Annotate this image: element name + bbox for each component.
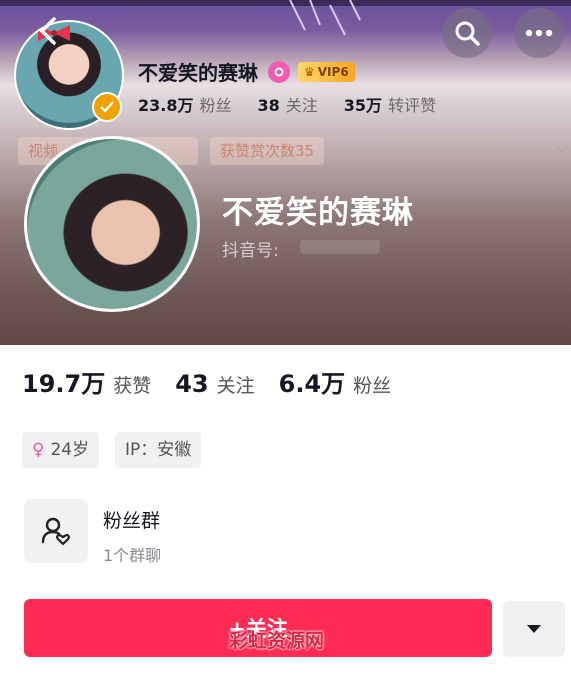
stat-following[interactable]: 43 关注 bbox=[175, 370, 254, 398]
profile-stats: 19.7万 获赞 43 关注 6.4万 粉丝 bbox=[22, 364, 415, 399]
fan-group-title[interactable]: 粉丝群 bbox=[103, 506, 160, 533]
back-button[interactable] bbox=[32, 14, 66, 48]
stat-label: 获赞 bbox=[113, 375, 152, 397]
header-stat-fans[interactable]: 23.8万 粉丝 bbox=[138, 92, 232, 116]
stat-value: 43 bbox=[175, 370, 209, 398]
more-button[interactable] bbox=[514, 8, 564, 58]
back-arrow-icon bbox=[39, 17, 56, 45]
stat-label: 关注 bbox=[285, 96, 318, 115]
watermark: 彩虹资源网 bbox=[229, 630, 325, 652]
header-name-row: 不爱笑的赛琳 ♛ VIP6 bbox=[138, 57, 355, 86]
age-tag: ♀ 24岁 bbox=[22, 432, 100, 468]
profile-header: 不爱笑的赛琳 ♛ VIP6 23.8万粉丝 38关注 35万转评赞 视频 · ·… bbox=[0, 0, 571, 345]
age-value: 24岁 bbox=[50, 440, 90, 460]
stat-value: 23.8万 bbox=[138, 96, 194, 115]
fan-group-subtitle: 1个群聊 bbox=[103, 546, 162, 565]
stat-fans[interactable]: 6.4万 粉丝 bbox=[279, 364, 392, 399]
decoration-scribble bbox=[289, 0, 361, 36]
more-icon bbox=[525, 29, 553, 37]
stat-label: 关注 bbox=[216, 375, 255, 397]
header-stat-following[interactable]: 38 关注 bbox=[258, 92, 318, 116]
vip-badge[interactable]: ♛ VIP6 bbox=[298, 61, 355, 82]
stat-value: 35万 bbox=[343, 96, 383, 115]
douyin-id-blurred bbox=[300, 240, 380, 254]
stat-likes[interactable]: 19.7万 获赞 bbox=[22, 364, 151, 399]
more-actions-dropdown[interactable] bbox=[503, 601, 565, 657]
stat-label: 转评赞 bbox=[388, 96, 437, 115]
stat-value: 38 bbox=[257, 96, 280, 115]
header-stat-engagement[interactable]: 35万 转评赞 bbox=[344, 92, 436, 116]
stat-label: 粉丝 bbox=[199, 96, 232, 115]
profile-name: 不爱笑的赛琳 bbox=[222, 195, 414, 231]
stat-value: 19.7万 bbox=[22, 370, 106, 398]
stat-value: 6.4万 bbox=[278, 370, 346, 398]
header-stats: 23.8万 粉丝 38 关注 35万 转评赞 bbox=[138, 92, 462, 116]
fan-group-button[interactable] bbox=[24, 499, 88, 563]
header-name: 不爱笑的赛琳 bbox=[138, 61, 258, 85]
dropdown-triangle-icon bbox=[527, 625, 541, 633]
reward-chip[interactable]: 获赞赏次数35 bbox=[210, 137, 325, 165]
vip-label: VIP6 bbox=[317, 64, 349, 79]
search-button[interactable] bbox=[442, 8, 492, 58]
crown-icon: ♛ bbox=[304, 64, 315, 79]
pink-badge-icon[interactable] bbox=[268, 60, 290, 83]
search-icon bbox=[455, 21, 480, 46]
avatar-large[interactable] bbox=[24, 136, 200, 312]
douyin-id-label: 抖音号: bbox=[222, 241, 279, 261]
fan-group-icon bbox=[41, 517, 70, 546]
verified-icon bbox=[92, 92, 122, 122]
female-icon: ♀ bbox=[32, 440, 45, 460]
ip-tag: IP：安徽 bbox=[115, 432, 202, 468]
chevron-down-icon[interactable] bbox=[554, 143, 570, 155]
stat-label: 粉丝 bbox=[353, 375, 392, 397]
